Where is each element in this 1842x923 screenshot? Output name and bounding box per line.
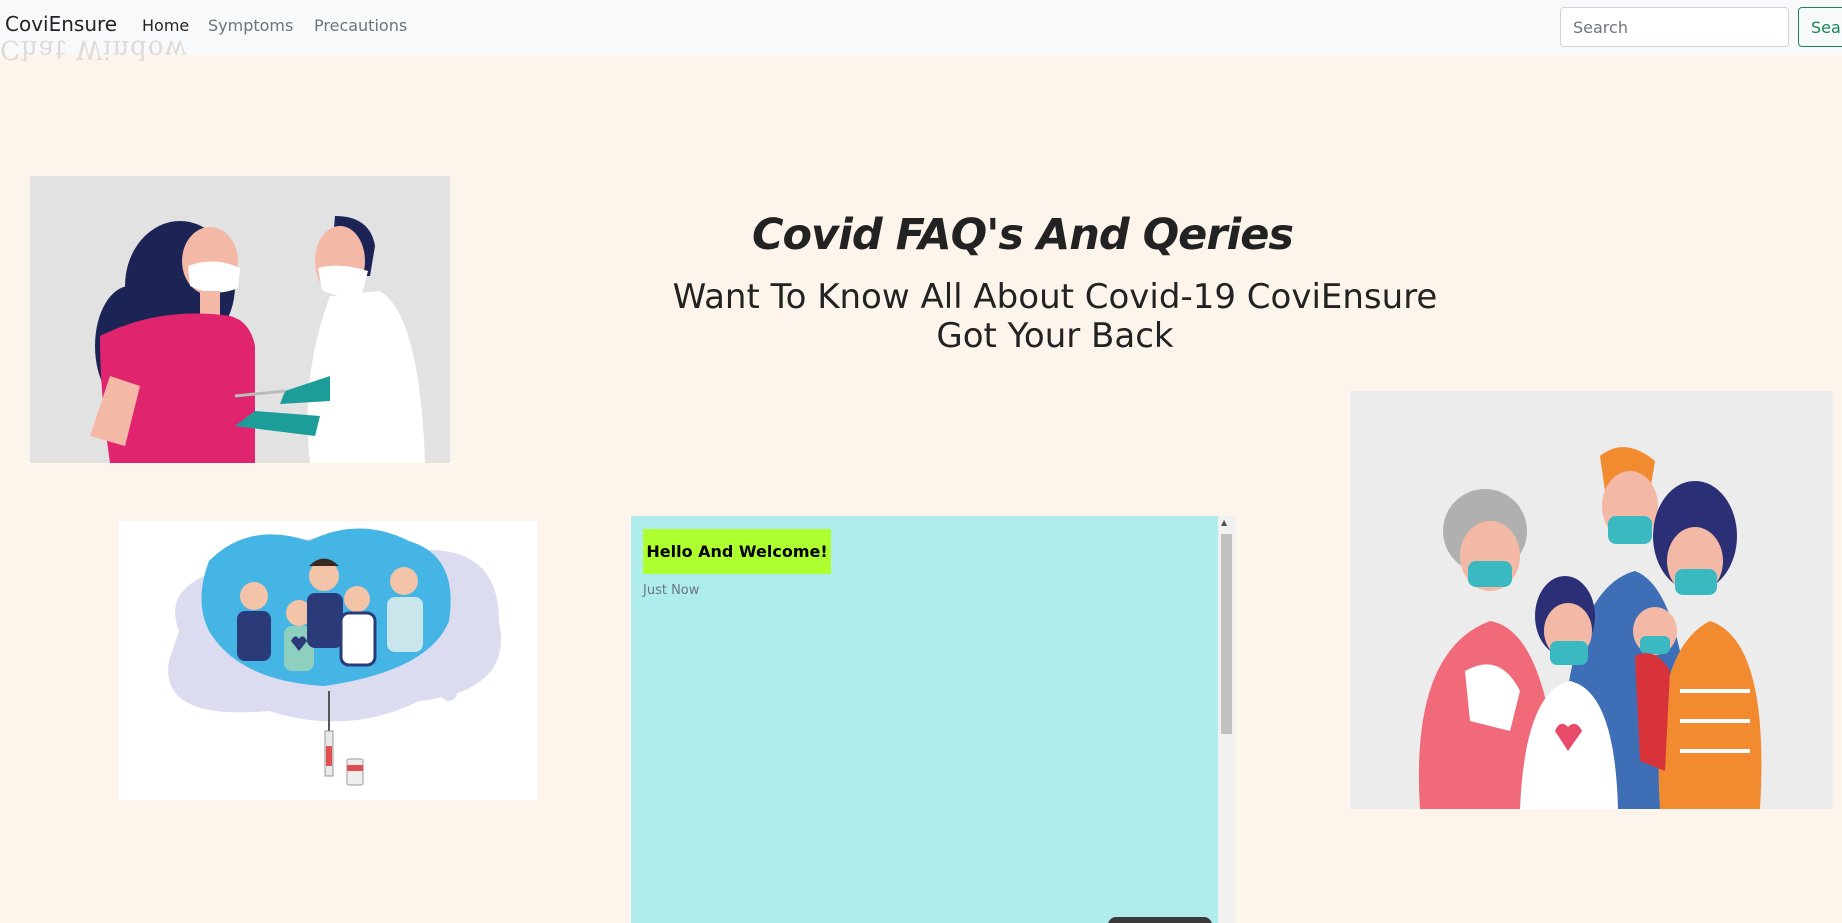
navbar: CoviEnsure Home Symptoms Precautions Sea (0, 0, 1842, 55)
chat-window (631, 516, 1235, 923)
page-title: Covid FAQ's And Qeries (751, 210, 1294, 260)
chat-scrollbar[interactable]: ▲ (1218, 516, 1235, 923)
scroll-up-icon[interactable]: ▲ (1221, 518, 1227, 527)
search-button[interactable]: Sea (1798, 7, 1842, 47)
chat-message-time: Just Now (643, 583, 700, 598)
scrollbar-thumb[interactable] (1221, 534, 1232, 734)
brand-logo[interactable]: CoviEnsure (5, 12, 117, 36)
chat-message-bubble: Hello And Welcome! (643, 529, 831, 574)
chat-window-overlay-text: Chat Window (0, 34, 188, 64)
masked-family-illustration (1350, 391, 1833, 809)
search-input[interactable] (1560, 7, 1789, 47)
nav-link-home[interactable]: Home (142, 16, 189, 35)
nav-link-precautions[interactable]: Precautions (314, 16, 407, 35)
chat-toggle-button[interactable] (1108, 917, 1212, 923)
vaccination-illustration (30, 176, 450, 463)
family-vaccine-illustration (119, 521, 537, 800)
page-subtitle: Want To Know All About Covid-19 CoviEnsu… (672, 277, 1438, 356)
nav-link-symptoms[interactable]: Symptoms (208, 16, 293, 35)
